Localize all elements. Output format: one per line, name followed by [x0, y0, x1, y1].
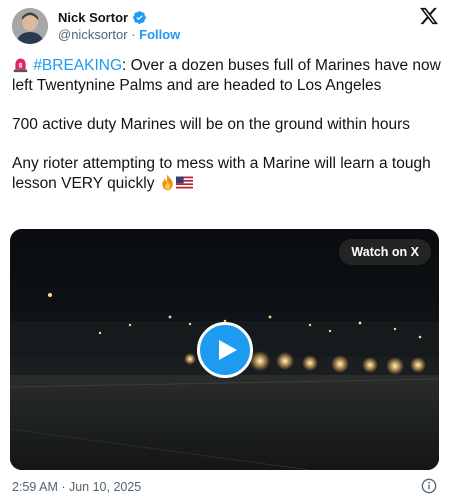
info-icon[interactable] [421, 478, 437, 494]
follow-button[interactable]: Follow [139, 27, 180, 42]
verified-badge-icon [132, 10, 147, 25]
timestamp[interactable]: 2:59 AM · Jun 10, 2025 [12, 480, 141, 494]
paragraph-3-text: Any rioter attempting to mess with a Mar… [12, 155, 431, 192]
play-button[interactable] [197, 322, 253, 378]
paragraph-1: #BREAKING: Over a dozen buses full of Ma… [12, 56, 442, 96]
play-icon [219, 340, 237, 360]
hashtag-link[interactable]: #BREAKING [33, 57, 122, 74]
paragraph-2: 700 active duty Marines will be on the g… [12, 116, 411, 133]
x-logo-icon[interactable] [419, 6, 439, 26]
paragraph-3: Any rioter attempting to mess with a Mar… [12, 154, 442, 194]
separator: · [131, 27, 136, 42]
video-player[interactable]: Watch on X [10, 229, 439, 470]
fire-emoji [159, 174, 176, 191]
handle[interactable]: @nicksortor [58, 27, 128, 42]
tweet-text: #BREAKING: Over a dozen buses full of Ma… [12, 56, 442, 194]
display-name[interactable]: Nick Sortor [58, 10, 128, 25]
us-flag-emoji [175, 174, 193, 191]
siren-emoji [12, 56, 29, 73]
avatar[interactable] [12, 8, 48, 44]
watch-on-x-button[interactable]: Watch on X [339, 239, 431, 265]
tweet-header: Nick Sortor @nicksortor · Follow [12, 6, 439, 46]
tweet-card: Nick Sortor @nicksortor · Follow #BREAKI… [0, 0, 449, 500]
